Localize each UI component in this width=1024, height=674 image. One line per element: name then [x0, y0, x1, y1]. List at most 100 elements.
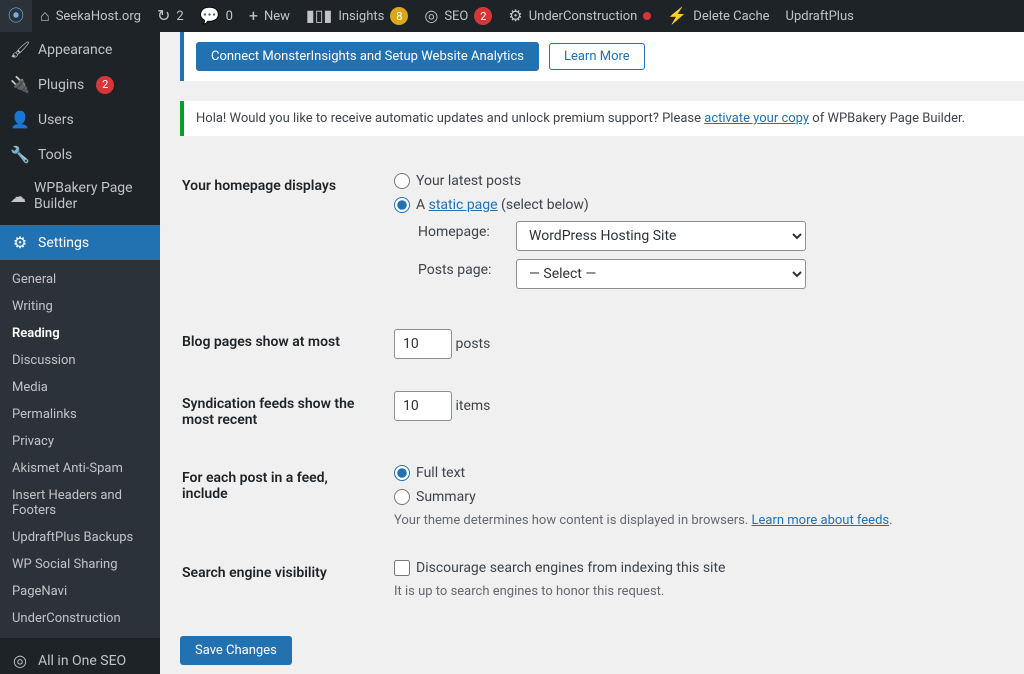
wrench-icon: 🔧: [10, 145, 30, 164]
menu-aioseo[interactable]: ◎ All in One SEO: [0, 643, 160, 674]
feed-include-label: For each post in a feed, include: [182, 450, 382, 543]
insights-link[interactable]: ▮▯▮ Insights 8: [298, 0, 416, 32]
bolt-icon: ⚡: [667, 8, 687, 24]
mi-connect-button[interactable]: Connect MonsterInsights and Setup Websit…: [196, 42, 539, 71]
submenu-permalinks[interactable]: Permalinks: [0, 401, 160, 428]
submenu-reading[interactable]: Reading: [0, 320, 160, 347]
save-changes-button[interactable]: Save Changes: [180, 636, 292, 665]
updraftplus-link[interactable]: UpdraftPlus: [778, 0, 862, 32]
updates-link[interactable]: ↻2: [149, 0, 192, 32]
syndication-label: Syndication feeds show the most recent: [182, 376, 382, 448]
comments-link[interactable]: 💬0: [192, 0, 241, 32]
home-icon: ⌂: [40, 8, 50, 24]
syndication-input[interactable]: [394, 391, 452, 421]
seo-label: SEO: [444, 9, 468, 24]
site-name-link[interactable]: ⌂ SeekaHost.org: [32, 0, 149, 32]
user-icon: 👤: [10, 110, 30, 129]
wpbakery-notice-text: Hola! Would you like to receive automati…: [196, 111, 965, 126]
learn-more-feeds-link[interactable]: Learn more about feeds: [752, 513, 890, 528]
status-dot-icon: [643, 12, 651, 20]
comments-count: 0: [226, 9, 233, 24]
option-summary[interactable]: Summary: [394, 489, 1024, 505]
wordpress-icon: ⦿: [8, 8, 24, 24]
homepage-select[interactable]: WordPress Hosting Site: [516, 221, 806, 251]
checkbox-discourage-search[interactable]: [394, 560, 410, 576]
brush-icon: 🖌: [10, 40, 30, 59]
mi-learn-button[interactable]: Learn More: [549, 43, 645, 70]
underconstruction-label: UnderConstruction: [529, 9, 638, 24]
settings-submenu: General Writing Reading Discussion Media…: [0, 260, 160, 638]
new-content-link[interactable]: +New: [241, 0, 298, 32]
sev-description: It is up to search engines to honor this…: [394, 584, 1024, 599]
blog-pages-input[interactable]: [394, 329, 452, 359]
update-icon: ↻: [157, 8, 170, 24]
wp-logo[interactable]: ⦿: [0, 0, 32, 32]
monsterinsights-notice: Connect MonsterInsights and Setup Websit…: [180, 32, 1024, 81]
updates-count: 2: [176, 9, 183, 24]
feed-description: Your theme determines how content is dis…: [394, 513, 1024, 528]
menu-wpbakery-label: WPBakery Page Builder: [34, 180, 150, 212]
main-content: Connect MonsterInsights and Setup Websit…: [160, 0, 1024, 674]
radio-summary[interactable]: [394, 489, 410, 505]
wpbakery-notice: Hola! Would you like to receive automati…: [180, 101, 1024, 136]
option-full-text[interactable]: Full text: [394, 465, 1024, 481]
delete-cache-label: Delete Cache: [693, 9, 769, 24]
submenu-privacy[interactable]: Privacy: [0, 428, 160, 455]
admin-toolbar: ⦿ ⌂SeekaHost.org ↻2 💬0 +New ▮▯▮Insights8…: [0, 0, 1024, 32]
activate-copy-link[interactable]: activate your copy: [704, 111, 809, 126]
plug-icon: 🔌: [10, 75, 30, 94]
aioseo-icon: ◎: [10, 651, 30, 670]
reading-settings-form: Your homepage displays Your latest posts…: [180, 156, 1024, 616]
insights-label: Insights: [338, 9, 384, 24]
seo-link[interactable]: ◎ SEO 2: [416, 0, 500, 32]
menu-appearance[interactable]: 🖌 Appearance: [0, 32, 160, 67]
blog-pages-suffix: posts: [455, 336, 490, 352]
wpbakery-icon: ☁: [10, 187, 26, 206]
submenu-updraft[interactable]: UpdraftPlus Backups: [0, 524, 160, 551]
menu-tools-label: Tools: [38, 147, 72, 163]
menu-plugins[interactable]: 🔌Plugins2: [0, 67, 160, 102]
submenu-akismet[interactable]: Akismet Anti-Spam: [0, 455, 160, 482]
submenu-discussion[interactable]: Discussion: [0, 347, 160, 374]
blog-pages-label: Blog pages show at most: [182, 314, 382, 374]
static-page-link[interactable]: static page: [429, 197, 498, 213]
admin-sidebar: 🖌 Appearance 🔌Plugins2 👤 Users 🔧 Tools ☁ WPB…: [0, 32, 160, 674]
menu-appearance-label: Appearance: [38, 42, 112, 58]
postspage-select-label: Posts page:: [418, 262, 508, 278]
radio-latest-posts[interactable]: [394, 173, 410, 189]
submenu-wpsocial[interactable]: WP Social Sharing: [0, 551, 160, 578]
new-label: New: [264, 9, 290, 24]
submenu-underconstruction[interactable]: UnderConstruction: [0, 605, 160, 632]
submenu-general[interactable]: General: [0, 266, 160, 293]
menu-settings[interactable]: ⚙ Settings: [0, 225, 160, 260]
sliders-icon: ⚙: [10, 233, 30, 252]
menu-aioseo-label: All in One SEO: [38, 653, 126, 669]
menu-settings-label: Settings: [38, 235, 89, 251]
postspage-select[interactable]: — Select —: [516, 259, 806, 289]
submenu-pagenavi[interactable]: PageNavi: [0, 578, 160, 605]
target-icon: ◎: [424, 8, 438, 24]
underconstruction-link[interactable]: ⚙ UnderConstruction: [500, 0, 659, 32]
menu-wpbakery[interactable]: ☁ WPBakery Page Builder: [0, 172, 160, 220]
menu-users[interactable]: 👤 Users: [0, 102, 160, 137]
menu-tools[interactable]: 🔧 Tools: [0, 137, 160, 172]
chart-icon: ▮▯▮: [306, 8, 332, 24]
syndication-suffix: items: [455, 398, 490, 414]
option-discourage-search[interactable]: Discourage search engines from indexing …: [394, 560, 1024, 576]
seo-badge: 2: [474, 7, 492, 25]
option-static-page[interactable]: A static page (select below): [394, 197, 1024, 213]
plugins-badge: 2: [96, 76, 114, 94]
submenu-media[interactable]: Media: [0, 374, 160, 401]
delete-cache-link[interactable]: ⚡ Delete Cache: [659, 0, 777, 32]
radio-static-page[interactable]: [394, 197, 410, 213]
homepage-displays-label: Your homepage displays: [182, 158, 382, 312]
radio-full-text[interactable]: [394, 465, 410, 481]
option-latest-posts[interactable]: Your latest posts: [394, 173, 1024, 189]
insights-badge: 8: [390, 7, 408, 25]
menu-users-label: Users: [38, 112, 74, 128]
submenu-ihaf[interactable]: Insert Headers and Footers: [0, 482, 160, 524]
site-name: SeekaHost.org: [56, 9, 141, 24]
gear-icon: ⚙: [508, 8, 522, 24]
submenu-writing[interactable]: Writing: [0, 293, 160, 320]
sev-label: Search engine visibility: [182, 545, 382, 614]
